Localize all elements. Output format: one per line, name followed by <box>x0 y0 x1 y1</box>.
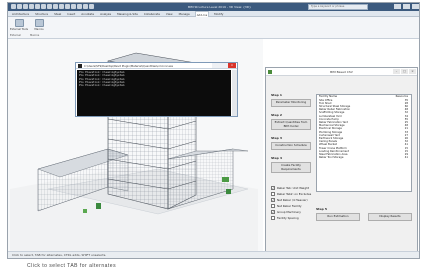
console-icon <box>78 64 82 68</box>
revit-window: BIM Structure Level 2019 - 3D View: {3D}… <box>7 2 420 259</box>
checkbox-group-machinery[interactable]: ✓ Group Machinery <box>271 210 301 214</box>
checkbox-label: Net Rebar (4 Heavier) <box>277 198 308 202</box>
macros-label: Macros <box>34 28 44 31</box>
text-icon[interactable] <box>53 4 58 9</box>
macros-button[interactable]: Macros <box>32 19 46 33</box>
console-scrollbar[interactable] <box>232 70 237 116</box>
site-facility[interactable] <box>226 189 231 194</box>
close-button[interactable] <box>412 4 419 9</box>
ribbon-group-labels: External Macros <box>8 34 68 38</box>
facility-count: 41 <box>404 156 408 160</box>
console-title-bar[interactable]: C:\Users\ST9\Desktop\Revit Plugin\Materi… <box>76 63 237 69</box>
step1-label: Step 1 <box>271 93 282 97</box>
checkbox-box[interactable] <box>271 216 275 220</box>
external-tools-icon <box>14 19 24 27</box>
print-icon[interactable] <box>41 4 46 9</box>
console-line: Pls Elevation: CleaningSystem <box>79 84 125 88</box>
checkbox-box[interactable]: ✓ <box>271 186 275 190</box>
step4-label: Step 4 <box>271 156 282 160</box>
checkbox-label: Rebar Tab2: on Excludes <box>277 192 312 196</box>
console-close-button[interactable]: × <box>228 63 236 68</box>
title-bar: BIM Structure Level 2019 - 3D View: {3D}… <box>8 3 419 11</box>
console-window[interactable]: C:\Users\ST9\Desktop\Revit Plugin\Materi… <box>75 62 238 117</box>
measure-icon[interactable] <box>47 4 52 9</box>
console-minimize-button[interactable] <box>212 63 220 68</box>
section-icon[interactable] <box>65 4 70 9</box>
run-estimation-button[interactable]: Run Estimation <box>316 213 360 221</box>
checkbox-box[interactable]: ✓ <box>271 198 275 202</box>
open-icon[interactable] <box>17 4 22 9</box>
checkbox-box[interactable] <box>271 204 275 208</box>
facility-name: Rebar Tool Storage <box>319 156 344 160</box>
dialog-maximize-button[interactable]: □ <box>401 69 408 74</box>
checkbox-label: Net Rebar Facility <box>277 204 302 208</box>
bim-dialog: BIM Based CSV – □ × Step 1 Parameter Mon… <box>265 67 418 255</box>
macros-icon <box>34 19 44 27</box>
checkbox-box[interactable]: ✓ <box>271 210 275 214</box>
checkbox-net-rebar-facility[interactable]: Net Rebar Facility <box>271 204 302 208</box>
console-title: C:\Users\ST9\Desktop\Revit Plugin\Materi… <box>84 64 174 68</box>
customize-qat-icon[interactable] <box>89 4 94 9</box>
group-label-macros: Macros <box>30 34 40 37</box>
external-tools-label: External Tools <box>10 28 28 31</box>
window-controls <box>394 4 419 9</box>
minimize-button[interactable] <box>394 4 401 9</box>
site-facility[interactable] <box>96 203 101 209</box>
construction-schedule-button[interactable]: Construction Schedule <box>271 142 311 150</box>
status-bar-caption: Click to select TAB for alternates <box>27 263 117 269</box>
console-maximize-button[interactable] <box>220 63 228 68</box>
create-facility-requirements-button[interactable]: Create Facility Requirements <box>271 162 311 173</box>
checkbox-label: Facility Spacing <box>277 216 299 220</box>
redo-icon[interactable] <box>35 4 40 9</box>
maximize-button[interactable] <box>403 4 410 9</box>
step5-label: Step 5 <box>316 207 327 211</box>
quick-access-toolbar <box>11 4 94 10</box>
step3-label: Step 3 <box>271 136 282 140</box>
dialog-title-bar[interactable]: BIM Based CSV – □ × <box>266 68 417 76</box>
parameter-monitoring-button[interactable]: Parameter Monitoring <box>271 99 311 107</box>
checkbox-net-rebar-heavier[interactable]: ✓ Net Rebar (4 Heavier) <box>271 198 308 202</box>
checkbox-box[interactable] <box>271 192 275 196</box>
dialog-close-button[interactable]: × <box>409 69 416 74</box>
external-tools-button[interactable]: External Tools <box>10 19 28 33</box>
checkbox-facility-spacing[interactable]: Facility Spacing <box>271 216 299 220</box>
step2-label: Step 2 <box>271 113 282 117</box>
facility-list[interactable]: Facility Name Resource Site Office 35 Too… <box>316 94 412 192</box>
thin-lines-icon[interactable] <box>71 4 76 9</box>
status-bar: Click to select, TAB for alternates, CTR… <box>8 251 419 258</box>
checkbox-rebar-tab2[interactable]: Rebar Tab2: on Excludes <box>271 192 311 196</box>
ribbon-panel: External Tools Macros External Macros <box>8 17 419 39</box>
checkbox-rebar-tab-unit-weight[interactable]: ✓ Rebar Tab: Unit Weight <box>271 186 309 190</box>
list-item[interactable]: Rebar Tool Storage 41 <box>317 156 411 159</box>
window-title: BIM Structure Level 2019 - 3D View: {3D} <box>188 5 252 9</box>
save-icon[interactable] <box>23 4 28 9</box>
console-window-controls: × <box>212 63 236 68</box>
dialog-window-controls: – □ × <box>393 69 416 74</box>
app-menu-icon[interactable] <box>11 4 16 9</box>
site-facility[interactable] <box>83 209 87 213</box>
switch-windows-icon[interactable] <box>83 4 88 9</box>
undo-icon[interactable] <box>29 4 34 9</box>
extract-quantities-button[interactable]: Extract Quantities from BIM model <box>271 119 311 130</box>
search-input[interactable]: Type a keyword or phrase <box>308 4 368 10</box>
group-label-external: External <box>10 34 21 37</box>
checkbox-label: Rebar Tab: Unit Weight <box>277 186 309 190</box>
3d-view-icon[interactable] <box>59 4 64 9</box>
site-facility[interactable] <box>222 177 229 182</box>
close-hidden-icon[interactable] <box>77 4 82 9</box>
dialog-minimize-button[interactable]: – <box>393 69 400 74</box>
status-text: Click to select, TAB for alternates, CTR… <box>12 253 107 257</box>
checkbox-label: Group Machinery <box>277 210 301 214</box>
display-results-button[interactable]: Display Results <box>368 213 412 221</box>
console-output: Pls Elevation: CleaningSystem Pls Elevat… <box>77 70 231 116</box>
